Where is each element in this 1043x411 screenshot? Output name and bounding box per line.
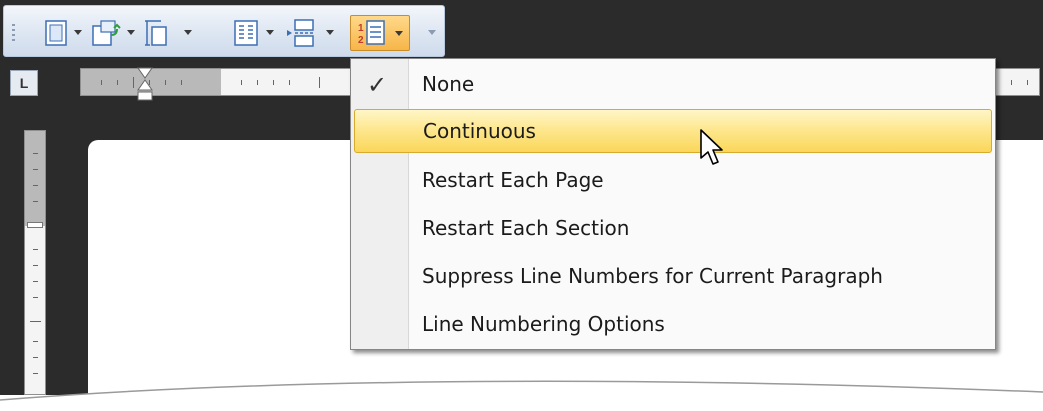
- breaks-dropdown-arrow[interactable]: [326, 30, 334, 35]
- size-button[interactable]: [141, 18, 171, 48]
- ruler-tick: [33, 153, 38, 154]
- toolbar-overflow-arrow[interactable]: [428, 30, 436, 35]
- columns-button[interactable]: [232, 18, 260, 48]
- menu-item-label: Continuous: [423, 119, 536, 143]
- ruler-tick: [33, 357, 38, 358]
- ruler-tick: [33, 297, 38, 298]
- page-layout-toolbar: 1 2: [3, 5, 445, 57]
- ruler-tick: [30, 321, 41, 322]
- columns-icon: [234, 20, 258, 46]
- ruler-tick: [33, 265, 38, 266]
- line-numbers-icon: 1 2: [358, 20, 385, 46]
- breaks-icon: [287, 19, 314, 47]
- menu-item-label: None: [422, 72, 475, 96]
- ruler-tick: [33, 341, 38, 342]
- tab-selector[interactable]: L: [10, 70, 38, 96]
- ruler-tick: [33, 169, 38, 170]
- ruler-tick: [289, 80, 290, 85]
- ruler-margin-handle[interactable]: [27, 222, 43, 228]
- ruler-tick: [33, 249, 38, 250]
- ruler-tick: [33, 201, 38, 202]
- svg-text:1: 1: [358, 23, 364, 34]
- ruler-tick: [319, 77, 320, 88]
- ruler-tick: [257, 80, 258, 85]
- ruler-tick: [181, 80, 182, 85]
- menu-item-line-numbering-options[interactable]: Line Numbering Options: [351, 301, 995, 347]
- torn-edge-decoration: [0, 380, 1043, 411]
- menu-item-restart-each-section[interactable]: Restart Each Section: [351, 205, 995, 251]
- indent-marker[interactable]: [136, 66, 154, 106]
- ruler-top-margin: [25, 131, 45, 226]
- menu-item-restart-each-page[interactable]: Restart Each Page: [351, 157, 995, 203]
- menu-item-label: Restart Each Page: [422, 168, 604, 192]
- size-dropdown-arrow[interactable]: [184, 30, 192, 35]
- margins-icon: [45, 20, 67, 46]
- menu-item-label: Restart Each Section: [422, 216, 630, 240]
- menu-item-label: Suppress Line Numbers for Current Paragr…: [422, 264, 883, 288]
- menu-item-suppress-line-numbers[interactable]: Suppress Line Numbers for Current Paragr…: [351, 253, 995, 299]
- orientation-icon: [92, 20, 121, 46]
- line-numbers-menu: ✓ None Continuous Restart Each Page Rest…: [350, 58, 996, 350]
- ruler-tick: [1027, 80, 1028, 85]
- toolbar-grip[interactable]: [12, 24, 15, 42]
- vertical-ruler[interactable]: [24, 130, 46, 395]
- ruler-tick: [117, 80, 118, 85]
- ruler-tick: [101, 80, 102, 85]
- orientation-button[interactable]: [90, 18, 122, 48]
- ruler-tick: [273, 80, 274, 85]
- checkmark-icon: ✓: [367, 71, 388, 99]
- ruler-tick: [33, 185, 38, 186]
- breaks-button[interactable]: [284, 18, 318, 48]
- mouse-cursor-icon: [700, 129, 723, 165]
- orientation-dropdown-arrow[interactable]: [127, 30, 135, 35]
- menu-item-none[interactable]: ✓ None: [351, 61, 995, 107]
- margins-dropdown-arrow[interactable]: [74, 30, 82, 35]
- menu-item-continuous[interactable]: Continuous: [354, 109, 992, 153]
- line-numbers-button[interactable]: 1 2: [350, 15, 410, 51]
- ruler-tick: [33, 281, 38, 282]
- svg-text:2: 2: [358, 35, 364, 46]
- ruler-tick: [1011, 80, 1012, 85]
- ruler-tick: [241, 80, 242, 85]
- ruler-tick: [165, 80, 166, 85]
- margins-button[interactable]: [42, 18, 70, 48]
- ruler-tick: [133, 77, 134, 88]
- line-numbers-dropdown-arrow[interactable]: [395, 30, 403, 36]
- columns-dropdown-arrow[interactable]: [266, 30, 274, 35]
- page-size-icon: [145, 20, 167, 46]
- menu-item-label: Line Numbering Options: [422, 312, 665, 336]
- ruler-tick: [33, 373, 38, 374]
